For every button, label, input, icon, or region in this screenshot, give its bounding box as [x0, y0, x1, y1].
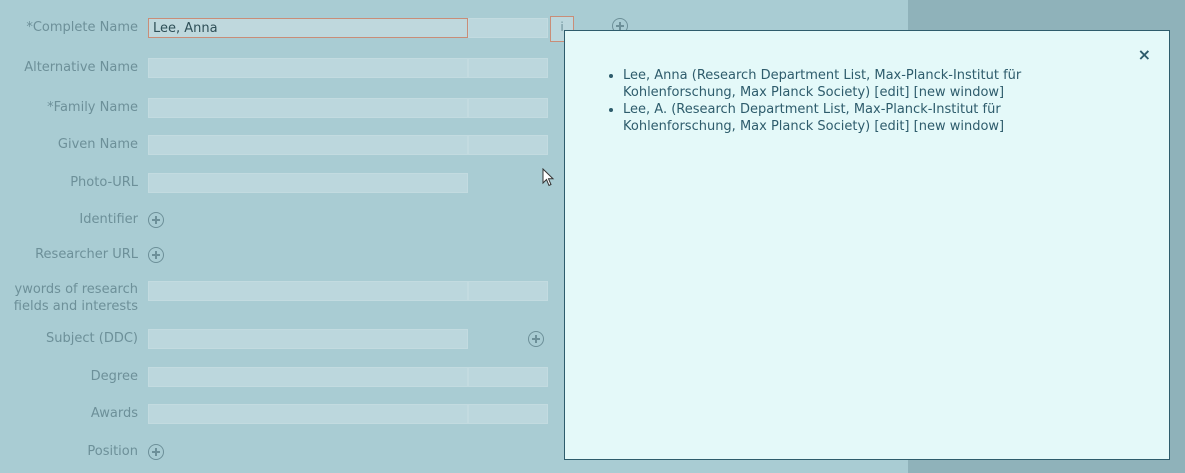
- degree-label: Degree: [90, 369, 138, 384]
- family-name-extra-input[interactable]: [468, 98, 548, 118]
- keywords-label-line1: ywords of research: [14, 282, 138, 297]
- add-researcher-url-icon[interactable]: [148, 247, 164, 263]
- photo-url-label: Photo-URL: [70, 175, 138, 190]
- suggestion-list: Lee, Anna (Research Department List, Max…: [565, 67, 1169, 135]
- subject-ddc-label: Subject (DDC): [46, 331, 138, 346]
- given-name-extra-input[interactable]: [468, 135, 548, 155]
- degree-extra-input[interactable]: [468, 367, 548, 387]
- keywords-extra-input[interactable]: [468, 281, 548, 301]
- researcher-url-label: Researcher URL: [35, 247, 138, 262]
- complete-name-value: Lee, Anna: [153, 21, 218, 36]
- position-label: Position: [87, 444, 138, 459]
- alternative-name-input[interactable]: [148, 58, 468, 78]
- alternative-name-extra-input[interactable]: [468, 58, 548, 78]
- edit-link[interactable]: [edit]: [874, 119, 909, 134]
- given-name-input[interactable]: [148, 135, 468, 155]
- suggestion-item: Lee, A. (Research Department List, Max-P…: [623, 101, 1063, 135]
- awards-label: Awards: [90, 406, 138, 421]
- family-name-label: *Family Name: [47, 100, 138, 115]
- complete-name-label: *Complete Name: [26, 20, 138, 35]
- photo-url-input[interactable]: [148, 173, 468, 193]
- suggestions-popup: × Lee, Anna (Research Department List, M…: [564, 30, 1170, 460]
- complete-name-extra-input[interactable]: [468, 18, 548, 38]
- add-identifier-icon[interactable]: [148, 212, 164, 228]
- close-icon[interactable]: ×: [1138, 45, 1151, 64]
- keywords-input[interactable]: [148, 281, 468, 301]
- given-name-label: Given Name: [57, 137, 138, 152]
- awards-input[interactable]: [148, 404, 468, 424]
- alternative-name-label: Alternative Name: [24, 60, 138, 75]
- new-window-link[interactable]: [new window]: [914, 85, 1004, 100]
- awards-extra-input[interactable]: [468, 404, 548, 424]
- suggestion-item: Lee, Anna (Research Department List, Max…: [623, 67, 1063, 101]
- keywords-label-line2: fields and interests: [13, 299, 138, 314]
- subject-ddc-input[interactable]: [148, 329, 468, 349]
- family-name-input[interactable]: [148, 98, 468, 118]
- edit-link[interactable]: [edit]: [874, 85, 909, 100]
- new-window-link[interactable]: [new window]: [914, 119, 1004, 134]
- identifier-label: Identifier: [79, 212, 138, 227]
- add-subject-icon[interactable]: [528, 331, 544, 347]
- mouse-cursor-icon: [542, 168, 555, 187]
- degree-input[interactable]: [148, 367, 468, 387]
- add-position-icon[interactable]: [148, 444, 164, 460]
- complete-name-input[interactable]: Lee, Anna: [148, 18, 468, 38]
